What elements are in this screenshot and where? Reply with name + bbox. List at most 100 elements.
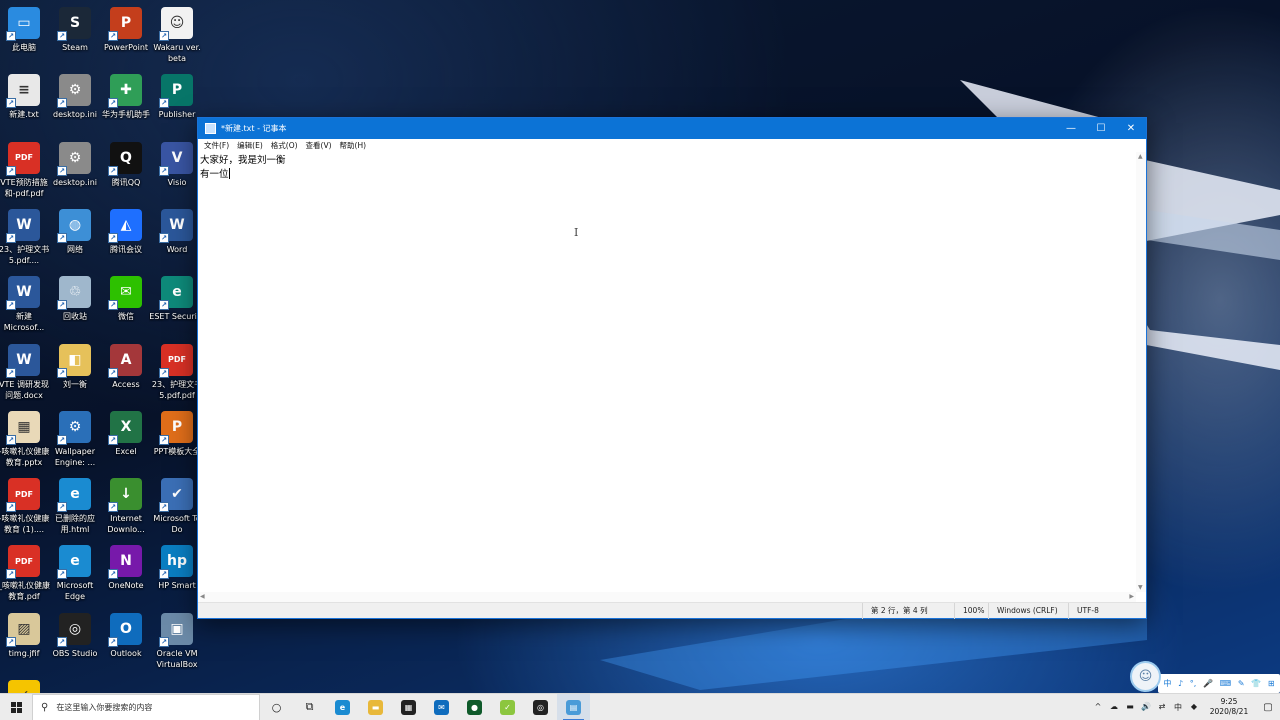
taskbar-obs[interactable]: ◎: [524, 694, 557, 720]
vertical-scrollbar[interactable]: ▲ ▼: [1136, 152, 1146, 592]
ime-avatar-icon[interactable]: ☺: [1130, 661, 1161, 692]
start-button[interactable]: [0, 694, 32, 720]
desktop-icon[interactable]: ▣ ↗ Oracle VM VirtualBox: [150, 612, 204, 679]
desktop-icon[interactable]: P ↗ PowerPoint: [99, 7, 153, 73]
desktop-icon[interactable]: Q ↗ 腾讯QQ: [99, 141, 153, 208]
ime-button[interactable]: ✎: [1238, 679, 1245, 688]
scroll-down-arrow-icon[interactable]: ▼: [1138, 584, 1143, 591]
ime-button[interactable]: 🎤: [1203, 679, 1213, 688]
desktop-icon[interactable]: e ↗ Microsoft Edge: [48, 545, 102, 611]
horizontal-scrollbar[interactable]: ◀ ▶: [198, 592, 1136, 602]
outlook-icon: O ↗: [108, 612, 142, 647]
desktop-icon[interactable]: N ↗ OneNote: [99, 545, 153, 611]
desktop-icon[interactable]: W ↗ 23、护理文书5.pdf....: [0, 208, 51, 275]
desktop-icon[interactable]: ▦ ↗ -咳嗽礼仪健康教育.pptx: [0, 410, 51, 477]
notification-center-icon[interactable]: ▢: [1256, 702, 1280, 713]
desktop-icon[interactable]: O ↗ Outlook: [99, 612, 153, 679]
desktop-icon[interactable]: W ↗ VTE 调研发现问题.docx: [0, 343, 51, 410]
desktop-icon[interactable]: PDF ↗ _咳嗽礼仪健康教育.pdf: [0, 545, 51, 611]
close-button[interactable]: ✕: [1116, 118, 1146, 139]
desktop-icon[interactable]: ✔ ↗ Microsoft To Do: [150, 478, 204, 544]
desktop-icon[interactable]: ✉ ↗ 微信: [99, 276, 153, 342]
eset-icon: e ↗: [159, 276, 193, 311]
cortana-button[interactable]: ○: [260, 694, 293, 720]
scroll-left-arrow-icon[interactable]: ◀: [200, 593, 205, 600]
ime-button[interactable]: 👕: [1251, 679, 1261, 688]
desktop-icon[interactable]: P ↗ PPT模板大全: [150, 410, 204, 477]
desktop-icon[interactable]: ⚙ ↗ Wallpaper Engine: ...: [48, 410, 102, 477]
task-view-button[interactable]: ⧉: [293, 694, 326, 720]
desktop-icon[interactable]: ▭ ↗ 此电脑: [0, 7, 51, 73]
shortcut-arrow-icon: ↗: [6, 569, 16, 580]
taskbar-search-box[interactable]: ⚲ 在这里输入你要搜索的内容: [32, 693, 260, 720]
tray-icon[interactable]: 中: [1170, 702, 1186, 713]
ini-file-icon: ⚙ ↗: [57, 74, 91, 109]
desktop-icon[interactable]: A ↗ Access: [99, 343, 153, 410]
desktop-icon[interactable]: ◭ ↗ 腾讯会议: [99, 208, 153, 275]
desktop-icon[interactable]: ☺ ↗ Wakaru ver. beta: [150, 7, 204, 73]
tray-icon[interactable]: 🔊: [1138, 702, 1154, 713]
taskbar-file-explorer[interactable]: ▬: [359, 694, 392, 720]
desktop-icon[interactable]: ≡ ↗ 新建.txt: [0, 74, 51, 140]
desktop-icon[interactable]: ⚙ ↗ desktop.ini: [48, 74, 102, 140]
shortcut-arrow-icon: ↗: [108, 165, 118, 176]
system-tray: ^ ☁ ▬ 🔊 ⇄ 中 ◆ 9:25 2020/8/21 ▢: [1090, 694, 1280, 720]
ime-button[interactable]: 中: [1163, 678, 1171, 689]
menu-file[interactable]: 文件(F): [200, 140, 233, 151]
taskbar-app-lime[interactable]: ✓: [491, 694, 524, 720]
desktop-icon-label: 微信: [118, 312, 134, 322]
desktop-icon[interactable]: V ↗ Visio: [150, 141, 204, 208]
taskbar-edge[interactable]: e: [326, 694, 359, 720]
desktop-icon[interactable]: ✚ ↗ 华为手机助手: [99, 74, 153, 140]
menu-edit[interactable]: 编辑(E): [233, 140, 267, 151]
ime-button[interactable]: ♪: [1178, 679, 1183, 688]
tray-icon[interactable]: ^: [1090, 702, 1106, 713]
maximize-button[interactable]: ☐: [1086, 118, 1116, 139]
tray-icon[interactable]: ▬: [1122, 702, 1138, 713]
tray-icon[interactable]: ◆: [1186, 702, 1202, 713]
desktop-icon[interactable]: ◧ ↗ 刘一衡: [48, 343, 102, 410]
shortcut-arrow-icon: ↗: [57, 636, 67, 647]
ime-button[interactable]: ⊞: [1268, 679, 1275, 688]
desktop-icon[interactable]: P ↗ Publisher: [150, 74, 204, 140]
menu-format[interactable]: 格式(O): [267, 140, 302, 151]
desktop-icon[interactable]: PDF ↗ VTE预防措施和-pdf.pdf: [0, 141, 51, 208]
desktop-icon[interactable]: W ↗ 新建 Microsof...: [0, 276, 51, 342]
text-editor[interactable]: 大家好，我是刘一衡 有一位: [198, 152, 1136, 592]
idm-icon: ↓ ↗: [108, 478, 142, 513]
desktop-icon[interactable]: e ↗ 已删除的应用.html: [48, 478, 102, 544]
desktop-icon[interactable]: S ↗ Steam: [48, 7, 102, 73]
taskbar-app-green[interactable]: ●: [458, 694, 491, 720]
menu-help[interactable]: 帮助(H): [336, 140, 371, 151]
desktop-icon[interactable]: ◍ ↗ 网络: [48, 208, 102, 275]
notepad-app-icon: [205, 123, 216, 134]
taskbar-mail[interactable]: ✉: [425, 694, 458, 720]
ime-button[interactable]: °,: [1190, 679, 1197, 688]
scroll-right-arrow-icon[interactable]: ▶: [1129, 593, 1134, 600]
taskbar-notepad[interactable]: ▤: [557, 693, 590, 720]
menu-view[interactable]: 查看(V): [302, 140, 336, 151]
ime-button[interactable]: ⌨: [1220, 679, 1232, 688]
desktop-icon[interactable]: PDF ↗ 23、护理文书5.pdf.pdf: [150, 343, 204, 410]
taskbar-store[interactable]: ▦: [392, 694, 425, 720]
pdf-icon: PDF ↗: [6, 545, 40, 580]
pdf-icon: PDF ↗: [159, 343, 193, 378]
desktop-icon[interactable]: ◎ ↗ OBS Studio: [48, 612, 102, 679]
desktop-icon[interactable]: ♲ ↗ 回收站: [48, 276, 102, 342]
tray-icon[interactable]: ☁: [1106, 702, 1122, 713]
clock[interactable]: 9:25 2020/8/21: [1202, 697, 1256, 717]
desktop-icon[interactable]: W ↗ Word: [150, 208, 204, 275]
tray-icon[interactable]: ⇄: [1154, 702, 1170, 713]
edge-icon: e ↗: [57, 545, 91, 580]
scroll-up-arrow-icon[interactable]: ▲: [1138, 153, 1143, 160]
desktop-icon[interactable]: ▨ ↗ timg.jfif: [0, 612, 51, 679]
desktop-icon[interactable]: PDF ↗ -咳嗽礼仪健康教育 (1)....: [0, 478, 51, 544]
desktop-icon[interactable]: hp ↗ HP Smart: [150, 545, 204, 611]
desktop-icon[interactable]: X ↗ Excel: [99, 410, 153, 477]
desktop-icon[interactable]: ↓ ↗ Internet Downlo...: [99, 478, 153, 544]
desktop-icon[interactable]: e ↗ ESET Security: [149, 276, 205, 342]
desktop-icon[interactable]: ⚙ ↗ desktop.ini: [48, 141, 102, 208]
title-bar[interactable]: *新建.txt - 记事本 — ☐ ✕: [198, 118, 1146, 139]
shortcut-arrow-icon: ↗: [108, 636, 118, 647]
minimize-button[interactable]: —: [1056, 118, 1086, 139]
